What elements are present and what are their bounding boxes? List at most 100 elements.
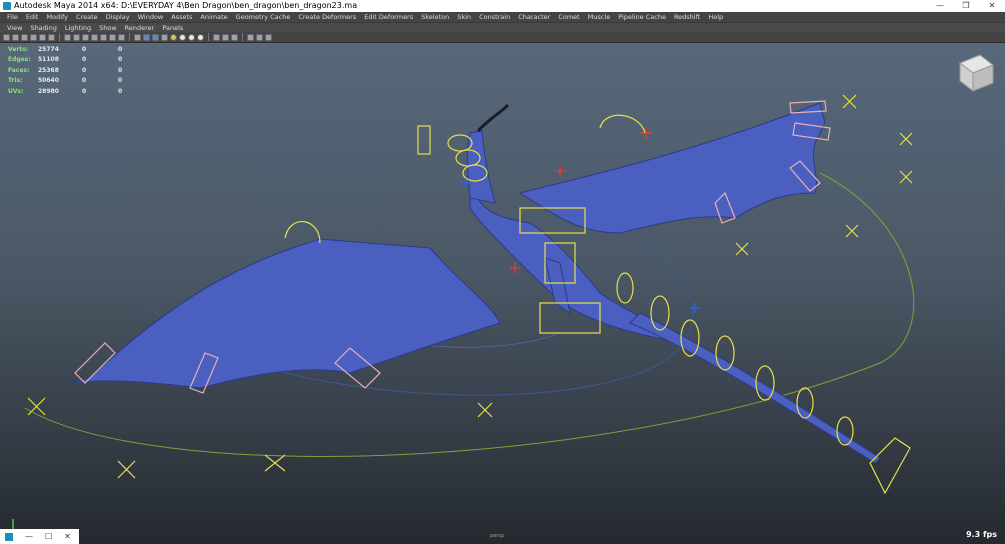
menu-comet[interactable]: Comet bbox=[554, 12, 583, 22]
panel-menu-lighting[interactable]: Lighting bbox=[61, 23, 95, 33]
safe-title-icon[interactable] bbox=[100, 33, 107, 41]
bookmark-icon[interactable] bbox=[21, 33, 28, 41]
text-icon[interactable] bbox=[118, 33, 125, 41]
maximize-icon[interactable]: ☐ bbox=[45, 532, 52, 541]
hud-value: 0 bbox=[118, 87, 123, 95]
hud-row-uvs: UVs: 28980 0 0 bbox=[8, 86, 154, 97]
textured-icon[interactable] bbox=[161, 33, 168, 41]
menu-geometry-cache[interactable]: Geometry Cache bbox=[232, 12, 295, 22]
hud-row-edges: Edges: 51108 0 0 bbox=[8, 55, 154, 66]
hud-value: 0 bbox=[118, 45, 123, 53]
panel-menu-renderer[interactable]: Renderer bbox=[121, 23, 159, 33]
menu-assets[interactable]: Assets bbox=[167, 12, 196, 22]
menu-animate[interactable]: Animate bbox=[196, 12, 231, 22]
menu-edit-deformers[interactable]: Edit Deformers bbox=[360, 12, 417, 22]
hud-value: 0 bbox=[82, 87, 87, 95]
viewport2-icon[interactable] bbox=[265, 33, 272, 41]
backface-culling-icon[interactable] bbox=[247, 33, 254, 41]
field-chart-icon[interactable] bbox=[82, 33, 89, 41]
camera-attributes-icon[interactable] bbox=[12, 33, 19, 41]
menu-skin[interactable]: Skin bbox=[453, 12, 475, 22]
panel-toolbar bbox=[0, 32, 1005, 43]
menu-modify[interactable]: Modify bbox=[42, 12, 72, 22]
panel-menu-show[interactable]: Show bbox=[95, 23, 121, 33]
gate-mask-icon[interactable] bbox=[73, 33, 80, 41]
menu-create[interactable]: Create bbox=[72, 12, 102, 22]
maximize-button[interactable]: ❐ bbox=[953, 0, 979, 12]
wireframe-icon[interactable] bbox=[134, 33, 141, 41]
hud-label: Faces: bbox=[8, 66, 30, 74]
hud-row-tris: Tris: 50640 0 0 bbox=[8, 76, 154, 87]
hud-row-verts: Verts: 25774 0 0 bbox=[8, 44, 154, 55]
wireframe-on-shaded-icon[interactable] bbox=[152, 33, 159, 41]
menu-help[interactable]: Help bbox=[704, 12, 727, 22]
menu-file[interactable]: File bbox=[3, 12, 22, 22]
toolbar-separator bbox=[242, 33, 243, 41]
high-quality-icon[interactable] bbox=[256, 33, 263, 41]
smooth-shade-icon[interactable] bbox=[143, 33, 150, 41]
panel-menubar: View Shading Lighting Show Renderer Pane… bbox=[0, 22, 1005, 32]
menu-muscle[interactable]: Muscle bbox=[584, 12, 615, 22]
panel-menu-shading[interactable]: Shading bbox=[26, 23, 60, 33]
minimize-button[interactable]: — bbox=[927, 0, 953, 12]
menu-redshift[interactable]: Redshift bbox=[670, 12, 704, 22]
menu-window[interactable]: Window bbox=[134, 12, 168, 22]
hud-label: Tris: bbox=[8, 77, 23, 85]
window-controls: — ❐ ✕ bbox=[927, 0, 1005, 12]
shadows-icon[interactable] bbox=[179, 33, 186, 41]
select-camera-icon[interactable] bbox=[3, 33, 10, 41]
hud-value: 0 bbox=[82, 66, 87, 74]
xray-joints-icon[interactable] bbox=[222, 33, 229, 41]
motion-blur-icon[interactable] bbox=[197, 33, 204, 41]
xray-icon[interactable] bbox=[213, 33, 220, 41]
hud-value: 0 bbox=[118, 66, 123, 74]
hud-value: 25774 bbox=[38, 45, 59, 53]
camera-label: persp bbox=[490, 533, 505, 539]
dragon-horn bbox=[476, 103, 510, 133]
minimized-window-bar: — ☐ ✕ bbox=[0, 529, 79, 544]
left-wing bbox=[69, 238, 501, 389]
hud-value: 0 bbox=[82, 45, 87, 53]
menu-display[interactable]: Display bbox=[102, 12, 134, 22]
hud-row-faces: Faces: 25368 0 0 bbox=[8, 65, 154, 76]
grid-icon[interactable] bbox=[39, 33, 46, 41]
ambient-occlusion-icon[interactable] bbox=[188, 33, 195, 41]
panel-menu-panels[interactable]: Panels bbox=[158, 23, 187, 33]
menu-skeleton[interactable]: Skeleton bbox=[417, 12, 453, 22]
hud-label: UVs: bbox=[8, 87, 24, 95]
close-button[interactable]: ✕ bbox=[979, 0, 1005, 12]
head-control bbox=[417, 125, 431, 155]
film-gate-icon[interactable] bbox=[48, 33, 55, 41]
minimize-icon[interactable]: — bbox=[25, 532, 33, 541]
hud-value: 0 bbox=[118, 56, 123, 64]
close-icon[interactable]: ✕ bbox=[64, 532, 71, 541]
panel-menu-view[interactable]: View bbox=[3, 23, 26, 33]
perspective-viewport[interactable]: Verts: 25774 0 0 Edges: 51108 0 0 Faces:… bbox=[0, 43, 1005, 544]
tail-end-control bbox=[869, 437, 911, 495]
hud-label: Verts: bbox=[8, 45, 29, 53]
menu-create-deformers[interactable]: Create Deformers bbox=[294, 12, 360, 22]
isolate-select-icon[interactable] bbox=[231, 33, 238, 41]
right-shoulder-control bbox=[599, 114, 646, 134]
dragon-tail bbox=[629, 312, 881, 464]
menu-edit[interactable]: Edit bbox=[22, 12, 43, 22]
hud-value: 0 bbox=[118, 77, 123, 85]
menu-constrain[interactable]: Constrain bbox=[475, 12, 514, 22]
safe-action-icon[interactable] bbox=[91, 33, 98, 41]
texture-toggle-icon[interactable] bbox=[109, 33, 116, 41]
menu-pipeline-cache[interactable]: Pipeline Cache bbox=[614, 12, 670, 22]
hud-value: 0 bbox=[82, 56, 87, 64]
image-plane-icon[interactable] bbox=[30, 33, 37, 41]
hud-value: 28980 bbox=[38, 87, 59, 95]
resolution-gate-icon[interactable] bbox=[64, 33, 71, 41]
default-lighting-icon[interactable] bbox=[170, 33, 177, 41]
dragon-scene bbox=[12, 54, 995, 534]
hud-label: Edges: bbox=[8, 56, 31, 64]
left-shoulder-control bbox=[284, 220, 321, 244]
view-cube[interactable] bbox=[958, 54, 995, 93]
hud-value: 50640 bbox=[38, 77, 59, 85]
menu-character[interactable]: Character bbox=[514, 12, 554, 22]
hud-value: 25368 bbox=[38, 66, 59, 74]
hud-value: 0 bbox=[82, 77, 87, 85]
poly-count-hud: Verts: 25774 0 0 Edges: 51108 0 0 Faces:… bbox=[8, 44, 154, 97]
